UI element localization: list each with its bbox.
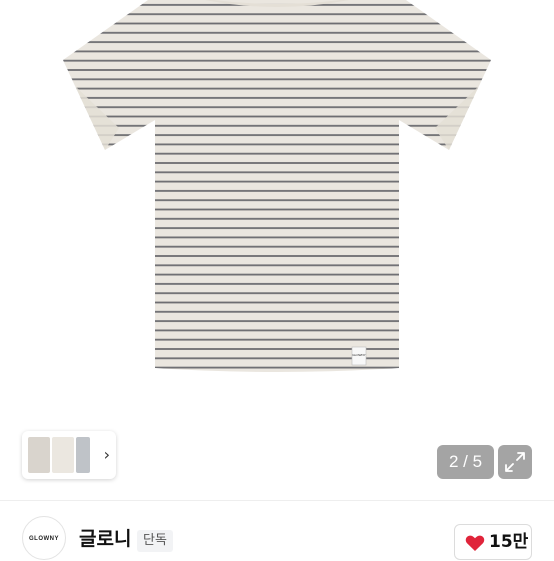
product-image-viewer[interactable]: GLOWNY [0,0,554,500]
exclusive-badge: 단독 [137,530,173,552]
section-divider [0,500,554,501]
brand-logo[interactable]: GLOWNY [22,516,66,560]
expand-icon [505,452,525,472]
product-image: GLOWNY [63,0,491,372]
expand-button[interactable] [498,445,532,479]
thumbnail-2[interactable] [52,437,74,473]
like-count: 15만 [489,532,529,552]
thumbnail-3[interactable] [76,437,90,473]
image-counter: 2 / 5 [437,445,494,479]
thumbnail-1[interactable] [28,437,50,473]
chevron-right-icon[interactable]: › [104,443,110,467]
like-button[interactable]: 15만 [454,524,532,560]
brand-logo-text: GLOWNY [29,536,59,542]
thumbnail-strip[interactable]: › [22,431,116,479]
brand-name[interactable]: 글로니 [79,527,131,551]
heart-icon [465,535,485,551]
product-label-text: GLOWNY [352,353,365,357]
